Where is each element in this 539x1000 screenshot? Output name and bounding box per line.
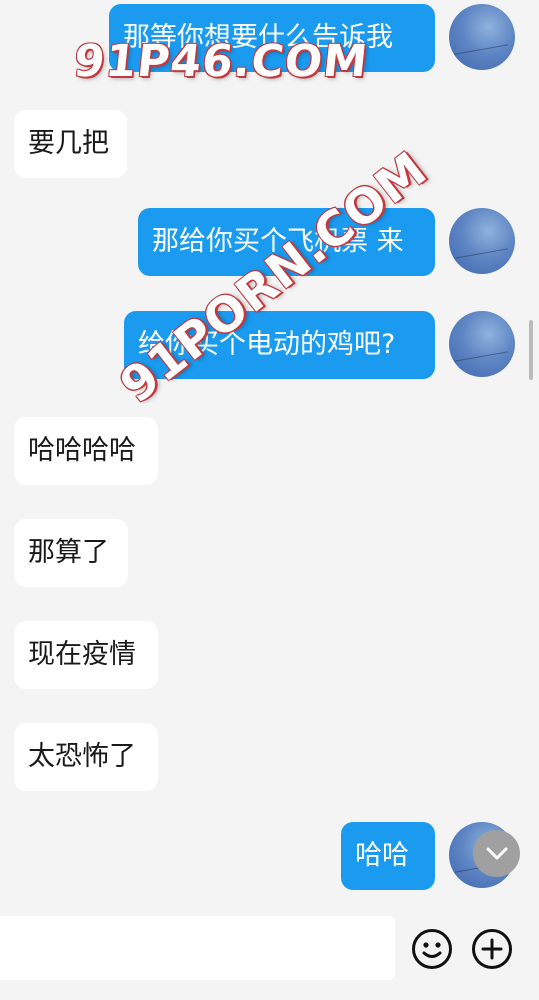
message-input[interactable] (0, 916, 395, 980)
avatar[interactable] (449, 311, 515, 377)
add-attachment-button[interactable] (472, 929, 512, 969)
message-text: 现在疫情 (28, 639, 136, 670)
chat-message-list[interactable]: 那等你想要什么告诉我 要几把 那给你买个飞机票 来 给你买个电动的鸡吧? 哈哈哈… (0, 0, 539, 898)
message-bubble-outgoing[interactable]: 那给你买个飞机票 来 (138, 208, 435, 276)
message-text: 那等你想要什么告诉我 (123, 22, 393, 53)
message-bubble-outgoing[interactable]: 哈哈 (341, 822, 435, 890)
message-text: 那算了 (28, 537, 109, 568)
message-text: 给你买个电动的鸡吧? (138, 329, 396, 360)
message-text: 那给你买个飞机票 来 (152, 226, 404, 257)
avatar[interactable] (449, 208, 515, 274)
message-bubble-outgoing[interactable]: 那等你想要什么告诉我 (109, 4, 435, 72)
message-text: 要几把 (28, 128, 109, 159)
smiley-icon (422, 942, 442, 958)
message-text: 太恐怖了 (28, 741, 136, 772)
message-bubble-incoming[interactable]: 现在疫情 (14, 621, 158, 689)
message-text: 哈哈哈哈 (28, 435, 136, 466)
emoji-button[interactable] (412, 929, 452, 969)
scrollbar-thumb[interactable] (529, 320, 533, 380)
scroll-to-bottom-button[interactable] (473, 830, 520, 877)
message-bubble-incoming[interactable]: 那算了 (14, 519, 128, 587)
message-bubble-incoming[interactable]: 太恐怖了 (14, 723, 158, 791)
message-text: 哈哈 (355, 840, 409, 871)
chevron-down-icon (486, 847, 507, 859)
message-bubble-outgoing[interactable]: 给你买个电动的鸡吧? (124, 311, 435, 379)
input-bar (0, 898, 539, 1000)
message-bubble-incoming[interactable]: 哈哈哈哈 (14, 417, 158, 485)
message-bubble-incoming[interactable]: 要几把 (14, 110, 127, 178)
avatar[interactable] (449, 4, 515, 70)
plus-icon (481, 938, 503, 960)
